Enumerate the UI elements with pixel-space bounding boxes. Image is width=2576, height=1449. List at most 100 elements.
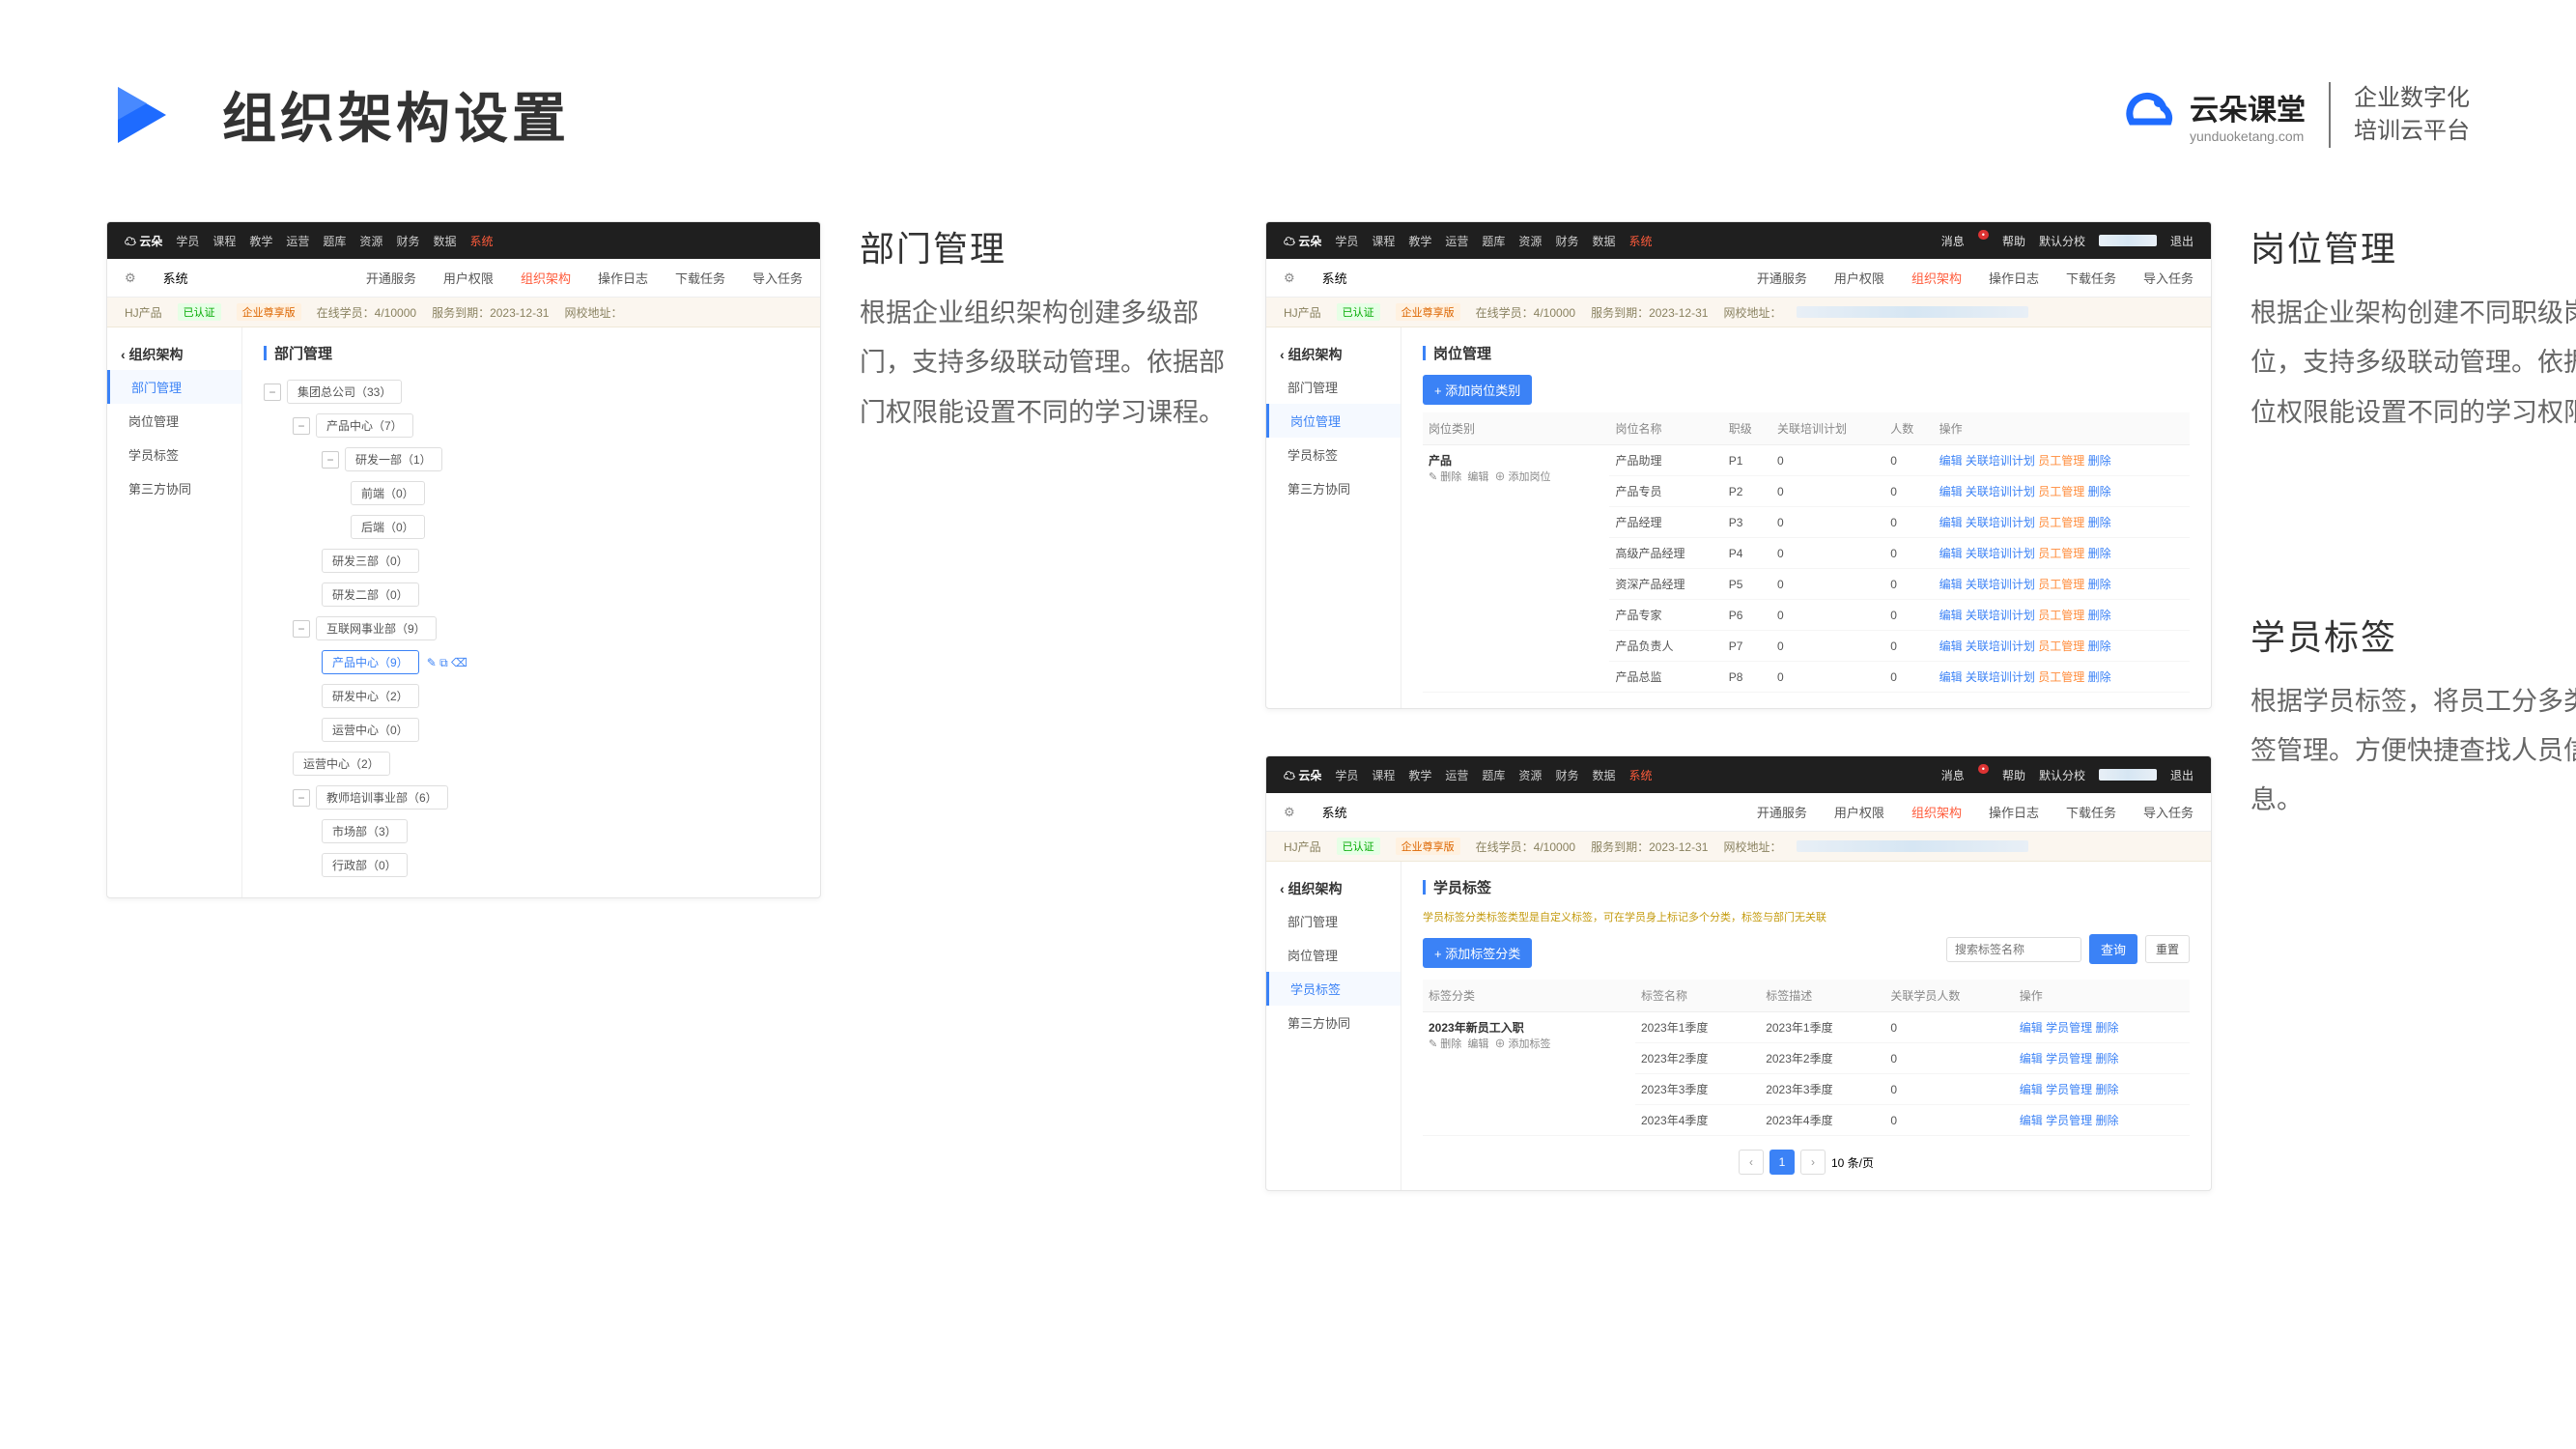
tab-download[interactable]: 下载任务 — [675, 269, 725, 287]
tree-node[interactable]: 运营中心（2） — [293, 752, 390, 776]
tag-category-cell[interactable]: 2023年新员工入职✎ 删除 编辑 ⊕ 添加标签 — [1423, 1012, 1635, 1136]
page-1[interactable]: 1 — [1769, 1150, 1795, 1175]
tree-node[interactable]: 后端（0） — [351, 515, 425, 539]
tree-node[interactable]: 研发二部（0） — [322, 582, 419, 607]
nav-ops[interactable]: 运营 — [286, 233, 309, 249]
tab-org[interactable]: 组织架构 — [521, 269, 571, 287]
add-post-category-button[interactable]: + 添加岗位类别 — [1423, 375, 1532, 405]
add-tag-category-button[interactable]: + 添加标签分类 — [1423, 938, 1532, 968]
nav-data[interactable]: 数据 — [433, 233, 456, 249]
tab[interactable]: 下载任务 — [2066, 269, 2116, 287]
nav-resource[interactable]: 资源 — [359, 233, 382, 249]
sidenav-third[interactable]: 第三方协同 — [107, 471, 241, 505]
tree-node[interactable]: 互联网事业部（9） — [316, 616, 437, 640]
page-next[interactable]: › — [1800, 1150, 1826, 1175]
tree-node[interactable]: 运营中心（0） — [322, 718, 419, 742]
row-ops[interactable]: 编辑 关联培训计划 员工管理 删除 — [1934, 445, 2190, 476]
nav-item[interactable]: 学员 — [1335, 233, 1358, 249]
tree-toggle-icon[interactable]: − — [293, 417, 310, 435]
nav-item[interactable]: 系统 — [1628, 233, 1652, 249]
help-link[interactable]: 帮助 — [2002, 767, 2025, 783]
branch-link[interactable]: 默认分校 — [2039, 767, 2085, 783]
sidenav-dept[interactable]: 部门管理 — [107, 370, 241, 404]
sidenav-tag[interactable]: 学员标签 — [1266, 438, 1401, 471]
nav-question[interactable]: 题库 — [323, 233, 346, 249]
tab[interactable]: 组织架构 — [1911, 803, 1962, 821]
row-ops[interactable]: 编辑 关联培训计划 员工管理 删除 — [1934, 538, 2190, 569]
row-ops[interactable]: 编辑 学员管理 删除 — [2014, 1043, 2190, 1074]
page-prev[interactable]: ‹ — [1739, 1150, 1764, 1175]
tab-import[interactable]: 导入任务 — [752, 269, 803, 287]
nav-system[interactable]: 系统 — [469, 233, 493, 249]
nav-students[interactable]: 学员 — [176, 233, 199, 249]
tree-node[interactable]: 研发中心（2） — [322, 684, 419, 708]
sidenav-post[interactable]: 岗位管理 — [1266, 938, 1401, 972]
branch-link[interactable]: 默认分校 — [2039, 233, 2085, 249]
tab-log[interactable]: 操作日志 — [598, 269, 648, 287]
sidenav-dept[interactable]: 部门管理 — [1266, 370, 1401, 404]
tab[interactable]: 操作日志 — [1989, 803, 2039, 821]
sidenav-back[interactable]: ‹ 组织架构 — [1266, 339, 1401, 370]
tab[interactable]: 组织架构 — [1911, 269, 1962, 287]
sidenav-third[interactable]: 第三方协同 — [1266, 1006, 1401, 1039]
row-ops[interactable]: 编辑 学员管理 删除 — [2014, 1012, 2190, 1043]
nav-courses[interactable]: 课程 — [212, 233, 236, 249]
tree-toggle-icon[interactable]: − — [293, 789, 310, 807]
nav-item[interactable]: 财务 — [1555, 233, 1578, 249]
nav-item[interactable]: 学员 — [1335, 767, 1358, 783]
tree-node[interactable]: 研发一部（1） — [345, 447, 442, 471]
nav-item[interactable]: 课程 — [1372, 767, 1395, 783]
logout-link[interactable]: 退出 — [2170, 767, 2194, 783]
sidenav-post[interactable]: 岗位管理 — [107, 404, 241, 438]
row-ops[interactable]: 编辑 关联培训计划 员工管理 删除 — [1934, 569, 2190, 600]
tree-node[interactable]: 研发三部（0） — [322, 549, 419, 573]
tree-toggle-icon[interactable]: − — [293, 620, 310, 638]
nav-item[interactable]: 课程 — [1372, 233, 1395, 249]
reset-button[interactable]: 重置 — [2145, 935, 2190, 963]
tree-node[interactable]: 市场部（3） — [322, 819, 408, 843]
tree-toggle-icon[interactable]: − — [264, 384, 281, 401]
nav-item[interactable]: 运营 — [1445, 233, 1468, 249]
nav-finance[interactable]: 财务 — [396, 233, 419, 249]
nav-item[interactable]: 财务 — [1555, 767, 1578, 783]
msg-link[interactable]: 消息 — [1941, 233, 1965, 249]
tree-node[interactable]: 行政部（0） — [322, 853, 408, 877]
tree-node[interactable]: 产品中心（7） — [316, 413, 413, 438]
nav-item[interactable]: 资源 — [1518, 233, 1542, 249]
tab[interactable]: 导入任务 — [2143, 803, 2194, 821]
nav-item[interactable]: 系统 — [1628, 767, 1652, 783]
sidenav-third[interactable]: 第三方协同 — [1266, 471, 1401, 505]
search-button[interactable]: 查询 — [2089, 934, 2137, 964]
sidenav-tag[interactable]: 学员标签 — [1266, 972, 1401, 1006]
sidenav-back[interactable]: ‹ 组织架构 — [1266, 873, 1401, 904]
post-category-cell[interactable]: 产品✎ 删除 编辑 ⊕ 添加岗位 — [1423, 445, 1609, 693]
help-link[interactable]: 帮助 — [2002, 233, 2025, 249]
sidenav-dept[interactable]: 部门管理 — [1266, 904, 1401, 938]
tag-search-input[interactable] — [1946, 937, 2081, 962]
sidenav-post[interactable]: 岗位管理 — [1266, 404, 1401, 438]
row-ops[interactable]: 编辑 关联培训计划 员工管理 删除 — [1934, 507, 2190, 538]
tab-user-perm[interactable]: 用户权限 — [443, 269, 494, 287]
nav-teaching[interactable]: 教学 — [249, 233, 272, 249]
nav-item[interactable]: 资源 — [1518, 767, 1542, 783]
tree-node-active[interactable]: 产品中心（9） — [322, 650, 419, 674]
tab[interactable]: 开通服务 — [1757, 803, 1807, 821]
tab[interactable]: 导入任务 — [2143, 269, 2194, 287]
nav-item[interactable]: 教学 — [1408, 233, 1431, 249]
tab[interactable]: 用户权限 — [1834, 269, 1884, 287]
row-ops[interactable]: 编辑 关联培训计划 员工管理 删除 — [1934, 600, 2190, 631]
tree-root[interactable]: 集团总公司（33） — [287, 380, 402, 404]
nav-item[interactable]: 题库 — [1482, 767, 1505, 783]
tab[interactable]: 操作日志 — [1989, 269, 2039, 287]
row-ops[interactable]: 编辑 关联培训计划 员工管理 删除 — [1934, 631, 2190, 662]
tree-node[interactable]: 前端（0） — [351, 481, 425, 505]
nav-item[interactable]: 数据 — [1592, 767, 1615, 783]
logout-link[interactable]: 退出 — [2170, 233, 2194, 249]
row-ops[interactable]: 编辑 关联培训计划 员工管理 删除 — [1934, 662, 2190, 693]
tab-open-service[interactable]: 开通服务 — [366, 269, 416, 287]
nav-item[interactable]: 题库 — [1482, 233, 1505, 249]
row-ops[interactable]: 编辑 学员管理 删除 — [2014, 1074, 2190, 1105]
nav-item[interactable]: 教学 — [1408, 767, 1431, 783]
sidenav-back[interactable]: ‹ 组织架构 — [107, 339, 241, 370]
row-ops[interactable]: 编辑 关联培训计划 员工管理 删除 — [1934, 476, 2190, 507]
